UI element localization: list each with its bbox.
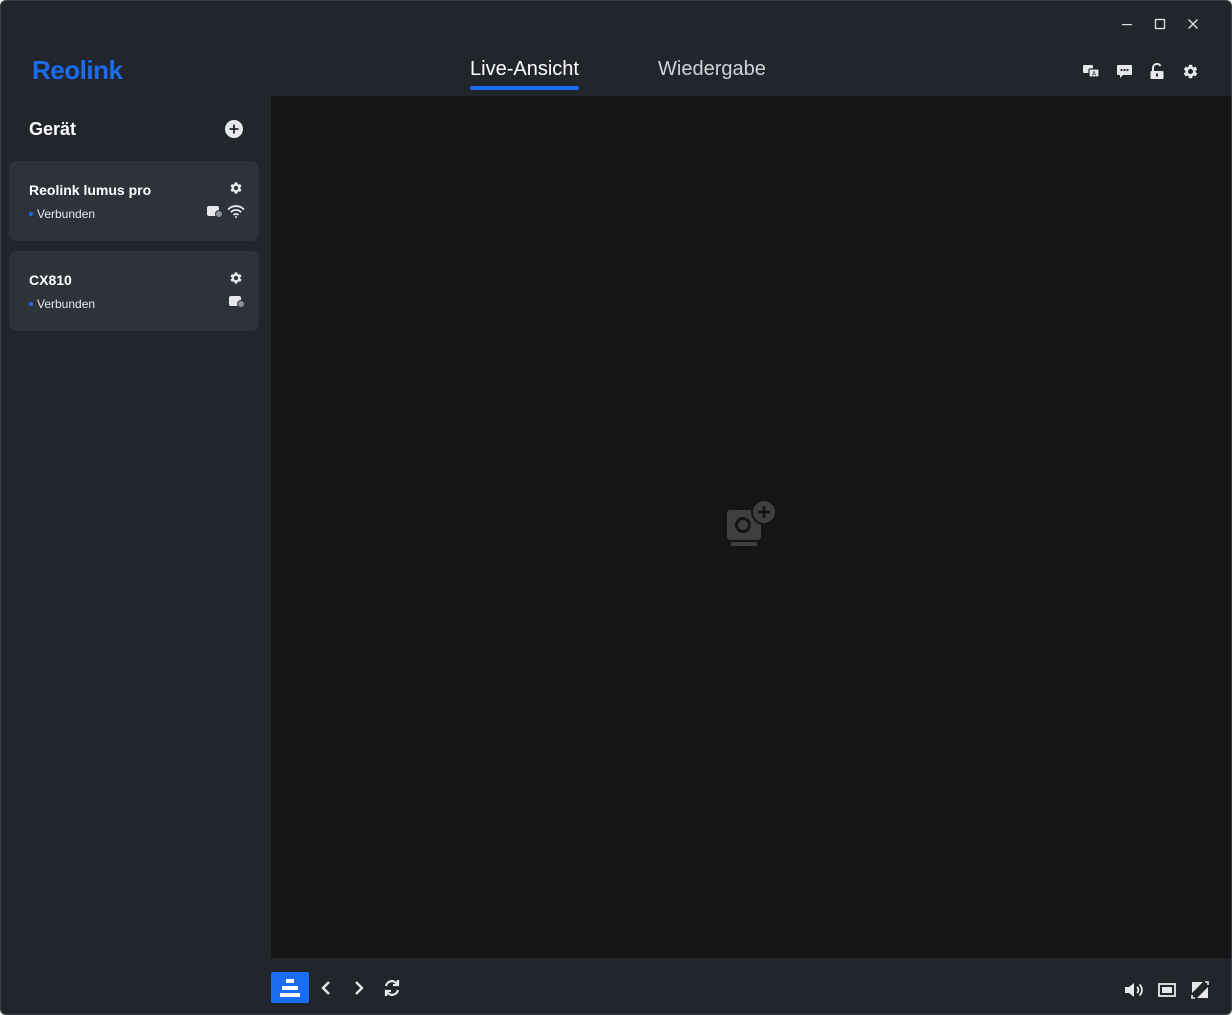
minimize-button[interactable] — [1110, 13, 1143, 35]
tab-playback[interactable]: Wiedergabe — [658, 58, 766, 81]
add-camera-icon — [727, 499, 777, 546]
chevron-right-icon — [354, 980, 364, 995]
previous-button[interactable] — [309, 972, 342, 1003]
device-status: Verbunden — [37, 207, 96, 221]
main-tabs: Live-Ansicht Wiedergabe — [1, 41, 1231, 96]
message-icon — [1116, 64, 1132, 78]
message-button[interactable] — [1113, 60, 1135, 82]
device-card-reolink-lumus-pro[interactable]: Reolink lumus pro Verbunden — [9, 161, 259, 241]
bottom-toolbar — [271, 958, 1231, 1014]
wifi-icon — [227, 205, 245, 218]
status-dot — [29, 302, 33, 306]
device-indicators — [228, 295, 245, 308]
device-icon — [229, 296, 245, 308]
app-window: Reolink Live-Ansicht Wiedergabe A Gerät … — [0, 0, 1232, 1015]
status-dot — [29, 212, 33, 216]
volume-icon — [1125, 982, 1143, 997]
language-button[interactable]: A — [1080, 60, 1102, 82]
add-device-button[interactable] — [224, 119, 244, 139]
toolbar-left — [271, 972, 408, 1003]
settings-button[interactable] — [1179, 60, 1201, 82]
device-icon — [207, 206, 223, 218]
refresh-button[interactable] — [375, 972, 408, 1003]
layout-button[interactable] — [271, 972, 309, 1003]
gear-icon — [230, 182, 242, 194]
tab-live-view[interactable]: Live-Ansicht — [470, 58, 579, 81]
live-view-area[interactable] — [271, 96, 1231, 958]
fullscreen-icon — [1191, 980, 1209, 999]
lock-icon — [1150, 62, 1164, 79]
chevron-left-icon — [320, 980, 330, 995]
lock-button[interactable] — [1146, 60, 1168, 82]
maximize-icon — [1154, 18, 1165, 30]
active-tab-indicator — [470, 86, 579, 90]
settings-gear-icon — [1183, 64, 1197, 78]
device-settings-button[interactable] — [229, 181, 243, 195]
toolbar-right — [1123, 974, 1211, 1005]
layout-icon — [280, 978, 300, 997]
header: Reolink Live-Ansicht Wiedergabe A — [1, 41, 1231, 96]
device-status: Verbunden — [37, 297, 96, 311]
next-button[interactable] — [342, 972, 375, 1003]
sidebar-title: Gerät — [29, 119, 77, 139]
minimize-icon — [1121, 24, 1132, 26]
close-button[interactable] — [1176, 13, 1209, 35]
device-name: Reolink lumus pro — [29, 182, 152, 198]
device-name: CX810 — [29, 272, 72, 288]
volume-button[interactable] — [1123, 974, 1145, 1005]
device-settings-button[interactable] — [229, 271, 243, 285]
device-card-cx810[interactable]: CX810 Verbunden — [9, 251, 259, 331]
gear-icon — [230, 272, 242, 284]
device-sidebar: Gerät Reolink lumus pro Verbunden CX810 … — [1, 96, 271, 1014]
refresh-icon — [384, 979, 399, 996]
header-actions: A — [1080, 60, 1201, 82]
close-icon — [1187, 19, 1198, 29]
fullscreen-button[interactable] — [1189, 974, 1211, 1005]
screen-icon — [1158, 982, 1176, 997]
add-camera-button[interactable] — [726, 498, 778, 550]
window-controls — [1110, 13, 1209, 35]
language-icon: A — [1083, 65, 1100, 78]
plus-circle-icon — [225, 120, 243, 138]
device-indicators — [206, 205, 245, 218]
maximize-button[interactable] — [1143, 13, 1176, 35]
screen-mode-button[interactable] — [1156, 974, 1178, 1005]
